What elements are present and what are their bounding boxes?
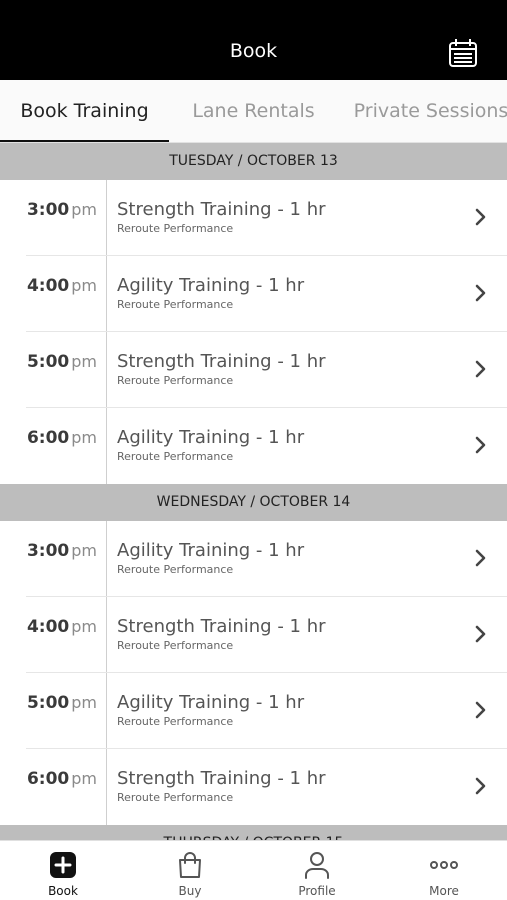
session-time: 4:00 pm — [26, 617, 97, 637]
session-name: Strength Training - 1 hr — [117, 768, 326, 789]
calendar-icon[interactable] — [447, 37, 479, 69]
shopping-bag-icon — [179, 852, 201, 878]
session-location: Reroute Performance — [117, 639, 234, 652]
nav-label: Profile — [298, 884, 336, 898]
nav-more[interactable]: More — [381, 841, 507, 900]
session-time: 6:00 pm — [26, 769, 97, 789]
chevron-right-icon — [475, 625, 486, 643]
session-location: Reroute Performance — [117, 222, 234, 235]
session-name: Agility Training - 1 hr — [117, 275, 305, 296]
session-location: Reroute Performance — [117, 298, 234, 311]
tab-book-training[interactable]: Book Training — [0, 80, 169, 142]
session-row[interactable]: 5:00 pm Agility Training - 1 hr Reroute P… — [0, 673, 507, 749]
nav-label: More — [429, 884, 459, 898]
session-row[interactable]: 3:00 pm Strength Training - 1 hr Reroute … — [0, 180, 507, 256]
session-time: 6:00 pm — [26, 428, 97, 448]
session-time: 5:00 pm — [26, 352, 97, 372]
chevron-right-icon — [475, 208, 486, 226]
session-row[interactable]: 4:00 pm Agility Training - 1 hr Reroute P… — [0, 256, 507, 332]
session-location: Reroute Performance — [117, 791, 234, 804]
session-time: 3:00 pm — [26, 541, 97, 561]
tab-lane-rentals[interactable]: Lane Rentals — [169, 80, 338, 142]
session-time: 3:00 pm — [26, 200, 97, 220]
session-time: 4:00 pm — [26, 276, 97, 296]
chevron-right-icon — [475, 436, 486, 454]
session-row[interactable]: 6:00 pm Strength Training - 1 hr Reroute … — [0, 749, 507, 825]
plus-square-icon — [50, 852, 76, 878]
day-header: WEDNESDAY / OCTOBER 14 — [0, 484, 507, 521]
session-location: Reroute Performance — [117, 563, 234, 576]
session-location: Reroute Performance — [117, 450, 234, 463]
chevron-right-icon — [475, 360, 486, 378]
tab-private-sessions[interactable]: Private Sessions — [338, 80, 507, 142]
chevron-right-icon — [475, 284, 486, 302]
nav-profile[interactable]: Profile — [254, 841, 380, 900]
session-row[interactable]: 4:00 pm Strength Training - 1 hr Reroute … — [0, 597, 507, 673]
chevron-right-icon — [475, 549, 486, 567]
tab-bar: Book Training Lane Rentals Private Sessi… — [0, 80, 507, 143]
schedule-list[interactable]: TUESDAY / OCTOBER 13 3:00 pm Strength Tra… — [0, 143, 507, 840]
session-location: Reroute Performance — [117, 374, 234, 387]
session-name: Strength Training - 1 hr — [117, 199, 326, 220]
nav-book[interactable]: Book — [0, 841, 126, 900]
session-time: 5:00 pm — [26, 693, 97, 713]
session-name: Agility Training - 1 hr — [117, 427, 305, 448]
more-dots-icon — [430, 861, 458, 869]
session-row[interactable]: 6:00 pm Agility Training - 1 hr Reroute P… — [0, 408, 507, 484]
page-title: Book — [229, 40, 278, 62]
session-name: Strength Training - 1 hr — [117, 351, 326, 372]
day-sessions: 3:00 pm Agility Training - 1 hr Reroute P… — [0, 521, 507, 825]
nav-buy[interactable]: Buy — [127, 841, 253, 900]
chevron-right-icon — [475, 777, 486, 795]
nav-label: Book — [48, 884, 78, 898]
session-name: Agility Training - 1 hr — [117, 540, 305, 561]
session-row[interactable]: 5:00 pm Strength Training - 1 hr Reroute … — [0, 332, 507, 408]
session-name: Strength Training - 1 hr — [117, 616, 326, 637]
nav-label: Buy — [178, 884, 202, 898]
day-header: THURSDAY / OCTOBER 15 — [0, 825, 507, 840]
session-location: Reroute Performance — [117, 715, 234, 728]
chevron-right-icon — [475, 701, 486, 719]
top-header: Book — [0, 0, 507, 80]
session-name: Agility Training - 1 hr — [117, 692, 305, 713]
session-row[interactable]: 3:00 pm Agility Training - 1 hr Reroute P… — [0, 521, 507, 597]
person-icon — [305, 852, 329, 879]
bottom-nav: Book Buy Profile More — [0, 840, 507, 900]
day-header: TUESDAY / OCTOBER 13 — [0, 143, 507, 180]
day-sessions: 3:00 pm Strength Training - 1 hr Reroute … — [0, 180, 507, 484]
